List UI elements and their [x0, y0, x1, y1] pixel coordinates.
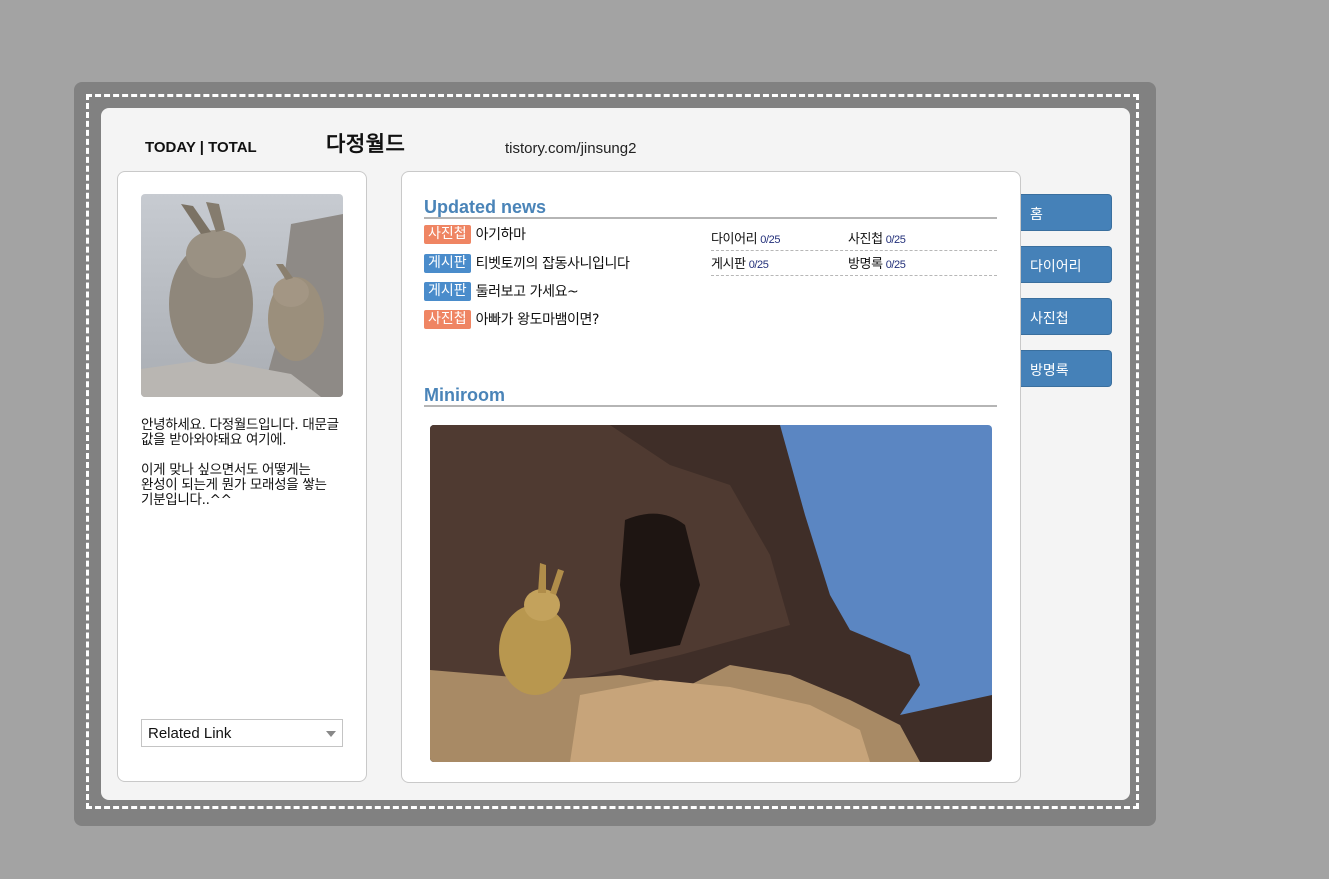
news-title: 둘러보고 가세요~	[475, 284, 579, 300]
profile-photo	[141, 194, 343, 397]
post-stats: 다이어리 0/25 사진첩 0/25 게시판 0/25 방명록 0/25	[711, 226, 997, 276]
news-tag: 게시판	[424, 253, 471, 273]
visitor-counter: TODAY | TOTAL	[145, 139, 257, 156]
updated-news-title: Updated news	[424, 197, 547, 217]
miniroom-image	[430, 425, 992, 762]
site-url[interactable]: tistory.com/jinsung2	[505, 140, 636, 157]
stat-guestbook[interactable]: 방명록 0/25	[848, 253, 906, 272]
news-title: 아기하마	[475, 227, 526, 243]
tab-photo-album[interactable]: 사진첩	[1021, 298, 1112, 335]
divider	[424, 217, 997, 219]
stat-diary[interactable]: 다이어리 0/25	[711, 228, 780, 247]
related-link-label: Related Link	[148, 725, 232, 742]
news-tag: 게시판	[424, 281, 471, 301]
news-item[interactable]: 게시판 티벳토끼의 잡동사니입니다	[424, 253, 630, 273]
profile-message: 안녕하세요. 다정월드입니다. 대문글 값을 받아와야돼요 여기에. 이게 맞나…	[141, 417, 339, 508]
chevron-down-icon	[326, 731, 336, 737]
news-tag: 사진첩	[424, 224, 471, 244]
news-item[interactable]: 게시판 둘러보고 가세요~	[424, 281, 579, 301]
news-tag: 사진첩	[424, 309, 471, 329]
news-item[interactable]: 사진첩 아빠가 왕도마뱀이면?	[424, 309, 599, 329]
stat-board[interactable]: 게시판 0/25	[711, 253, 769, 272]
site-title: 다정월드	[326, 131, 406, 156]
tab-guestbook[interactable]: 방명록	[1021, 350, 1112, 387]
stat-photo[interactable]: 사진첩 0/25	[848, 228, 906, 247]
news-item[interactable]: 사진첩 아기하마	[424, 224, 526, 244]
tab-home[interactable]: 홈	[1021, 194, 1112, 231]
news-title: 티벳토끼의 잡동사니입니다	[475, 256, 630, 272]
stats-row: 게시판 0/25 방명록 0/25	[711, 251, 997, 276]
stats-row: 다이어리 0/25 사진첩 0/25	[711, 226, 997, 251]
divider	[424, 405, 997, 407]
miniroom-title: Miniroom	[424, 385, 505, 405]
tab-diary[interactable]: 다이어리	[1021, 246, 1112, 283]
news-title: 아빠가 왕도마뱀이면?	[475, 312, 600, 328]
related-link-select[interactable]: Related Link	[141, 719, 343, 747]
